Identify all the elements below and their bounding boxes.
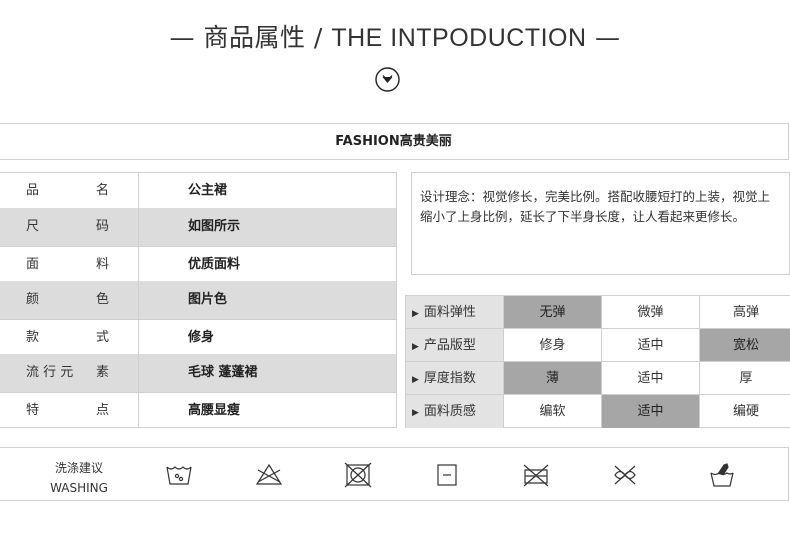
washing-label-en: WASHING [50, 481, 108, 495]
attribute-value: 毛球 蓬蓬裙 [188, 365, 258, 380]
feature-table: ▶ 面料弹性 无弹 微弹 高弹 ▶ 产品版型 修身 适中 宽松 ▶ 厚度指数 薄适中厚 ▶ 面料质感 编软 适中… [405, 295, 790, 428]
attribute-row: 颜 色 图片色 [0, 281, 396, 319]
attribute-row: 面 料 优质面料 [0, 246, 396, 281]
feature-option: 宽松 [700, 329, 790, 362]
title-cn: 商品属性 [203, 23, 306, 52]
triangle-right-icon: ▶ [412, 309, 419, 319]
do-not-tumble-dry-icon [344, 462, 372, 488]
attribute-key-first: 流 行 元 [26, 365, 74, 380]
attribute-key-last: 色 [96, 292, 110, 307]
fashion-banner: FASHION高贵美丽 [0, 123, 789, 160]
feature-option: 编软 [504, 395, 602, 428]
column-divider [138, 208, 139, 246]
triangle-right-icon: ▶ [412, 375, 419, 385]
title-dash-left: — [169, 23, 195, 52]
design-concept-box: 设计理念：视觉修长，完美比例。搭配收腰短打的上装，视觉上缩小了上身比例，延长了下… [411, 172, 790, 275]
feature-option: 修身 [504, 329, 602, 362]
column-divider [138, 173, 139, 208]
feature-option: 适中 [602, 362, 700, 395]
feature-label: ▶ 产品版型 [406, 329, 504, 362]
chevron-down-circle-icon [375, 67, 400, 92]
attribute-value: 修身 [188, 330, 215, 345]
feature-option: 高弹 [700, 296, 790, 329]
feature-row: ▶ 产品版型 修身 适中 宽松 [406, 329, 790, 362]
do-not-dry-clean-icon [611, 462, 639, 488]
attribute-row: 尺 码 如图所示 [0, 208, 396, 246]
title-dash-right: — [594, 23, 621, 52]
attribute-value: 图片色 [188, 292, 228, 307]
column-divider [138, 354, 139, 392]
feature-label: ▶ 面料质感 [406, 395, 504, 428]
triangle-right-icon: ▶ [412, 408, 419, 418]
title-en: THE INTPODUCTION [331, 24, 587, 52]
wash-30-icon [165, 462, 193, 488]
attribute-key-first: 特 [26, 403, 40, 418]
washing-label-cn: 洗涤建议 [54, 461, 103, 475]
feature-row: ▶ 面料质感 编软 适中 编硬 [406, 395, 790, 428]
feature-label-text: 产品版型 [423, 338, 476, 353]
feature-option: 微弹 [602, 296, 700, 329]
feature-label: ▶ 厚度指数 [406, 362, 504, 395]
column-divider [138, 281, 139, 319]
design-concept-text: 设计理念：视觉修长，完美比例。搭配收腰短打的上装，视觉上缩小了上身比例，延长了下… [420, 189, 771, 224]
attribute-key-last: 码 [96, 219, 110, 234]
attribute-value: 高腰显瘦 [188, 403, 241, 418]
attribute-key-last: 料 [96, 257, 110, 272]
feature-row: ▶ 面料弹性 无弹 微弹 高弹 [406, 296, 790, 329]
attribute-value: 如图所示 [188, 219, 241, 234]
feature-label-text: 面料弹性 [423, 305, 476, 320]
attribute-value: 优质面料 [188, 257, 241, 272]
attribute-key-first: 品 [26, 183, 40, 198]
hand-wash-icon [708, 462, 736, 488]
feature-label-text: 厚度指数 [423, 371, 476, 386]
do-not-bleach-icon [255, 462, 283, 488]
feature-label: ▶ 面料弹性 [406, 296, 504, 329]
attribute-key-first: 颜 [26, 292, 40, 307]
feature-label-text: 面料质感 [423, 404, 476, 419]
attribute-row: 款 式 修身 [0, 319, 396, 354]
attribute-key-first: 面 [26, 257, 40, 272]
washing-label: 洗涤建议 WASHING [39, 458, 119, 498]
triangle-right-icon: ▶ [412, 342, 419, 352]
feature-option: 厚 [700, 362, 790, 395]
feature-option: 适中 [602, 395, 700, 428]
feature-row: ▶ 厚度指数 薄适中厚 [406, 362, 790, 395]
attribute-key-first: 尺 [26, 219, 40, 234]
do-not-iron-icon [522, 462, 550, 488]
attribute-key-last: 点 [96, 403, 110, 418]
attribute-key-last: 素 [96, 365, 110, 380]
attribute-row: 品 名 公主裙 [0, 173, 396, 208]
feature-option: 编硬 [732, 404, 759, 419]
feature-option: 适中 [602, 329, 700, 362]
attribute-key-first: 款 [26, 330, 40, 345]
feature-option: 无弹 [504, 296, 602, 329]
column-divider [138, 393, 139, 427]
feature-option: 薄 [504, 362, 602, 395]
attribute-table: 品 名 公主裙尺 码 如图所示面 料 优质面料颜 色 图片色款 式 修身流 行 元 素 毛球 蓬蓬裙特 点… [0, 172, 397, 428]
attribute-key-last: 名 [96, 183, 110, 198]
attribute-row: 流 行 元 素 毛球 蓬蓬裙 [0, 354, 396, 392]
page-title: — 商品属性 / THE INTPODUCTION — [0, 18, 790, 54]
title-separator: / [313, 23, 323, 52]
line-dry-icon [433, 462, 461, 488]
attribute-value: 公主裙 [188, 183, 228, 198]
attribute-row: 特 点 高腰显瘦 [0, 392, 396, 427]
column-divider [138, 320, 139, 354]
column-divider [138, 247, 139, 281]
attribute-key-last: 式 [96, 330, 110, 345]
washing-bar: 洗涤建议 WASHING [0, 447, 789, 501]
